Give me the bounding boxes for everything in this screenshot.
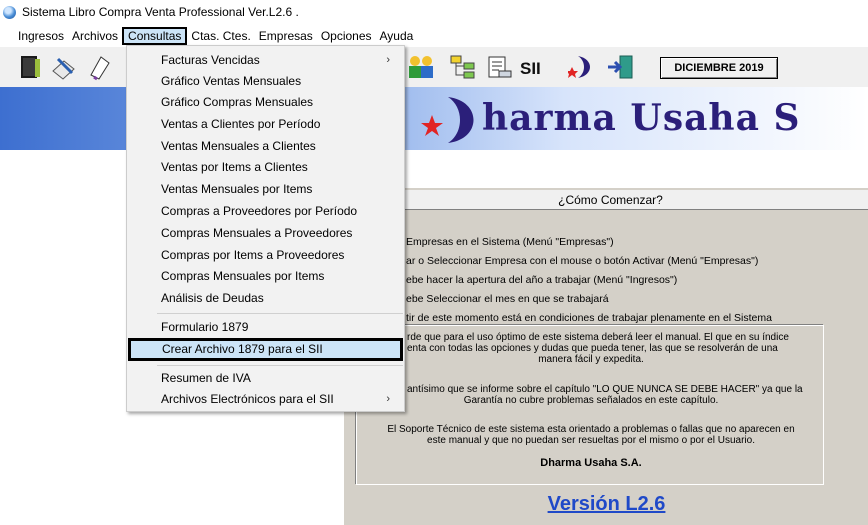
menuitem-archivos-electronicos[interactable]: Archivos Electrónicos para el SII › — [127, 389, 404, 410]
version-label: Versión L2.6 — [547, 493, 666, 515]
menuitem-ventas-items-clientes[interactable]: Ventas por Items a Clientes — [127, 157, 404, 178]
menuitem-formulario-1879[interactable]: Formulario 1879 — [127, 317, 404, 338]
menuitem-grafico-compras[interactable]: Gráfico Compras Mensuales — [127, 92, 404, 113]
title-bar: Sistema Libro Compra Venta Professional … — [0, 0, 868, 24]
banner-title: harma Usaha S — [482, 97, 801, 139]
step-5: tir de este momento está en condiciones … — [406, 312, 772, 324]
dharma-logo — [420, 93, 480, 147]
app-icon — [3, 5, 16, 19]
people-icon[interactable] — [405, 51, 437, 83]
edit-doc-icon[interactable] — [48, 51, 80, 83]
sii-icon[interactable]: SII — [518, 51, 550, 83]
menu-archivos[interactable]: Archivos — [68, 27, 122, 45]
chevron-right-icon: › — [386, 393, 390, 405]
menu-ingresos[interactable]: Ingresos — [14, 27, 68, 45]
menu-ctas-ctes[interactable]: Ctas. Ctes. — [187, 27, 254, 45]
getting-started-panel: ¿Cómo Comenzar? Empresas en el Sistema (… — [343, 188, 868, 525]
info-manual-line-3: manera fácil y expedita. — [538, 354, 644, 365]
exit-icon[interactable] — [605, 51, 637, 83]
menuitem-resumen-iva[interactable]: Resumen de IVA — [127, 368, 404, 389]
menu-ayuda[interactable]: Ayuda — [376, 27, 418, 45]
menu-separator — [157, 313, 403, 314]
dharma-logo-icon[interactable] — [566, 51, 598, 83]
step-1: Empresas en el Sistema (Menú "Empresas") — [406, 236, 614, 248]
info-warning-line-1: antísimo que se informe sobre el capítul… — [407, 384, 803, 395]
menuitem-ventas-mensuales-items[interactable]: Ventas Mensuales por Items — [127, 179, 404, 200]
period-display[interactable]: DICIEMBRE 2019 — [660, 57, 778, 79]
notepad-icon[interactable] — [84, 51, 116, 83]
info-warning-line-2: Garantía no cubre problemas señalados en… — [463, 395, 719, 406]
menuitem-ventas-mensuales-clientes[interactable]: Ventas Mensuales a Clientes — [127, 136, 404, 157]
svg-text:SII: SII — [520, 59, 541, 78]
menuitem-label: Facturas Vencidas — [161, 53, 260, 67]
menuitem-grafico-ventas[interactable]: Gráfico Ventas Mensuales — [127, 71, 404, 92]
info-manual-line-2: enta con todas las opciones y dudas que … — [407, 343, 778, 354]
chevron-right-icon: › — [386, 54, 390, 66]
menu-bar: Ingresos Archivos Consultas Ctas. Ctes. … — [0, 26, 417, 46]
step-3: ebe hacer la apertura del año a trabajar… — [406, 274, 678, 286]
window-title: Sistema Libro Compra Venta Professional … — [22, 5, 299, 19]
consultas-dropdown: Facturas Vencidas › Gráfico Ventas Mensua… — [126, 45, 405, 412]
company-name: Dharma Usaha S.A. — [540, 457, 642, 469]
info-box: rde que para el uso óptimo de este siste… — [356, 325, 824, 485]
step-4: ebe Seleccionar el mes en que se trabaja… — [406, 293, 609, 305]
menu-consultas[interactable]: Consultas — [122, 27, 188, 45]
menuitem-compras-mensuales-proveedores[interactable]: Compras Mensuales a Proveedores — [127, 223, 404, 244]
menu-empresas[interactable]: Empresas — [255, 27, 317, 45]
info-support-line-1: El Soporte Técnico de este sistema esta … — [387, 424, 795, 435]
tree-icon[interactable] — [447, 51, 479, 83]
menuitem-crear-archivo-1879[interactable]: Crear Archivo 1879 para el SII — [128, 338, 403, 361]
menuitem-compras-proveedores-periodo[interactable]: Compras a Proveedores por Período — [127, 201, 404, 222]
menuitem-compras-mensuales-items[interactable]: Compras Mensuales por Items — [127, 266, 404, 287]
menuitem-label: Archivos Electrónicos para el SII — [161, 392, 334, 406]
step-2: ar o Seleccionar Empresa con el mouse o … — [406, 255, 759, 267]
info-manual-line-1: rde que para el uso óptimo de este siste… — [407, 332, 789, 343]
menuitem-facturas-vencidas[interactable]: Facturas Vencidas › — [127, 50, 404, 71]
menuitem-ventas-clientes-periodo[interactable]: Ventas a Clientes por Período — [127, 114, 404, 135]
print-preview-icon[interactable] — [483, 51, 515, 83]
menu-opciones[interactable]: Opciones — [317, 27, 376, 45]
menuitem-compras-items-proveedores[interactable]: Compras por Items a Proveedores — [127, 245, 404, 266]
info-support-line-2: este manual y que no puedan ser resuelta… — [427, 435, 755, 446]
menu-separator — [157, 365, 403, 366]
book-icon[interactable] — [14, 51, 46, 83]
panel-header: ¿Cómo Comenzar? — [352, 190, 868, 210]
menuitem-analisis-deudas[interactable]: Análisis de Deudas — [127, 288, 404, 309]
